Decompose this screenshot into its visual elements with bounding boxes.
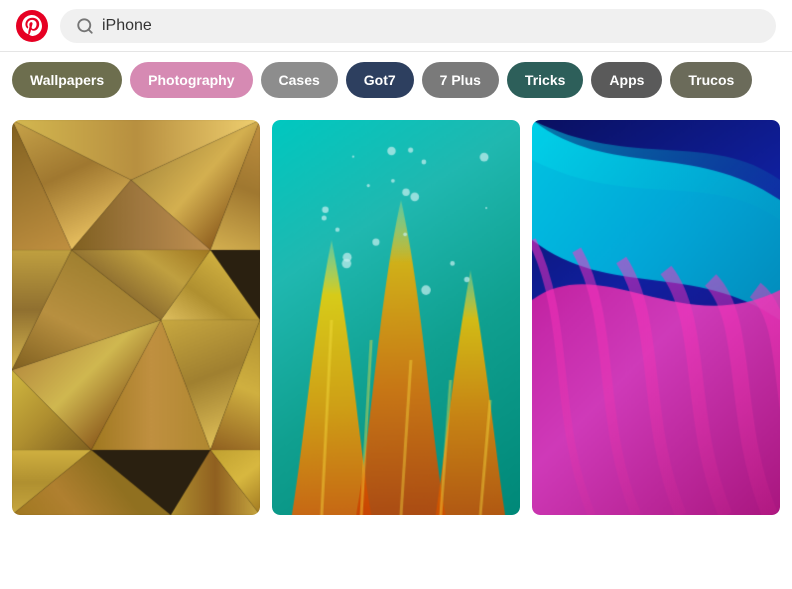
search-icon <box>76 17 94 35</box>
tag-tricks[interactable]: Tricks <box>507 62 583 98</box>
tag-trucos[interactable]: Trucos <box>670 62 752 98</box>
tag-cases[interactable]: Cases <box>261 62 338 98</box>
search-bar <box>60 9 776 43</box>
image-card-3[interactable] <box>532 120 780 515</box>
search-input[interactable] <box>102 17 760 35</box>
tag-7plus[interactable]: 7 Plus <box>422 62 499 98</box>
tag-photography[interactable]: Photography <box>130 62 252 98</box>
image-gold-polygon <box>12 120 260 515</box>
tag-wallpapers[interactable]: Wallpapers <box>12 62 122 98</box>
image-card-2[interactable] <box>272 120 520 515</box>
image-fluid-paint <box>272 120 520 515</box>
tag-apps[interactable]: Apps <box>591 62 662 98</box>
header <box>0 0 792 52</box>
image-wave-abstract <box>532 120 780 515</box>
image-card-1[interactable] <box>12 120 260 515</box>
tags-row: Wallpapers Photography Cases Got7 7 Plus… <box>0 52 792 108</box>
pinterest-logo[interactable] <box>16 10 48 42</box>
tag-got7[interactable]: Got7 <box>346 62 414 98</box>
image-grid <box>0 108 792 527</box>
